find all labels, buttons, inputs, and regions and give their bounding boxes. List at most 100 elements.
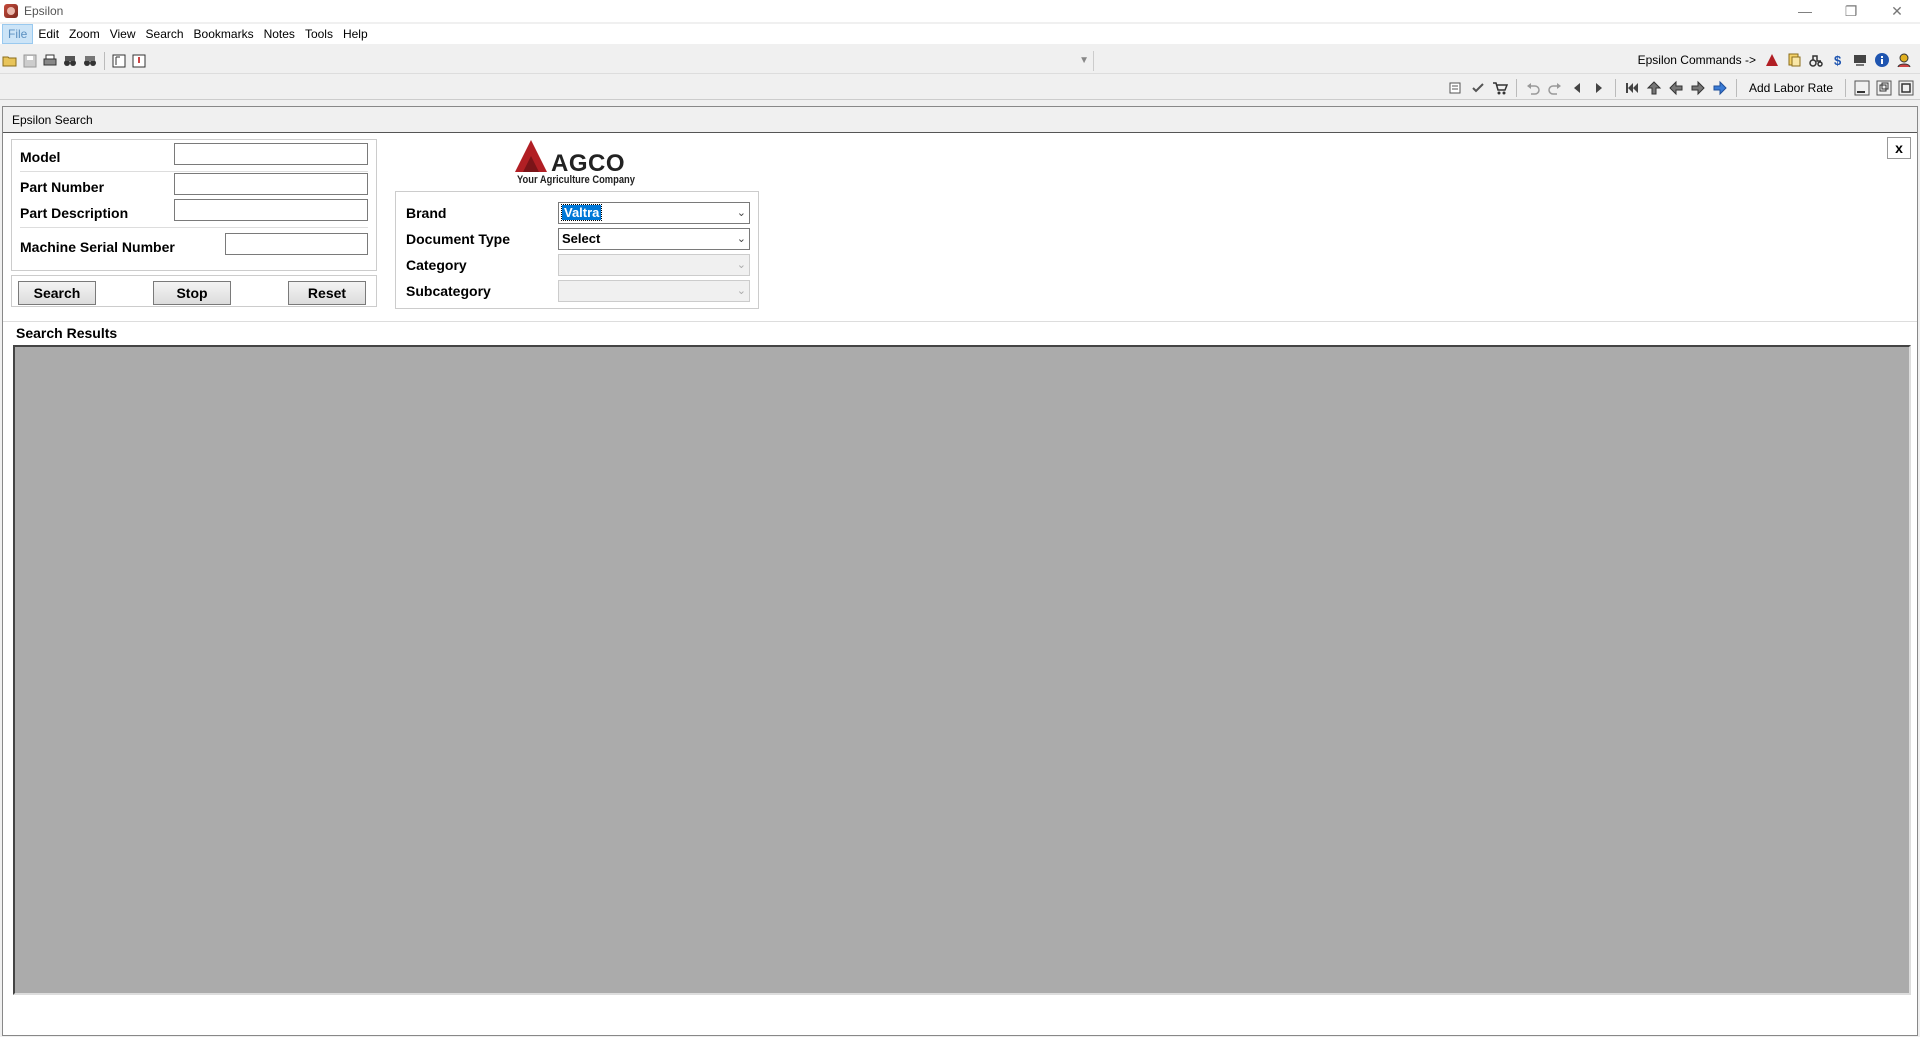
chevron-down-icon: ⌄	[736, 259, 746, 271]
document-type-select[interactable]: Select ⌄	[558, 228, 750, 250]
subcategory-select[interactable]: ⌄	[558, 280, 750, 302]
add-labor-rate-button[interactable]: Add Labor Rate	[1743, 81, 1839, 95]
model-row: Model	[12, 143, 376, 169]
binoculars-icon[interactable]	[60, 51, 80, 71]
part-number-input[interactable]	[174, 173, 368, 195]
redo-icon[interactable]	[1545, 78, 1565, 98]
category-label: Category	[406, 257, 467, 273]
subcategory-label: Subcategory	[406, 283, 491, 299]
menu-file[interactable]: File	[2, 24, 34, 44]
tractor-icon[interactable]	[1806, 50, 1826, 70]
model-input[interactable]	[174, 143, 368, 165]
toolbar-combo[interactable]: ▼	[172, 51, 1094, 71]
back-arrow-icon[interactable]	[1666, 78, 1686, 98]
main-toolbar: ▼ Epsilon Commands -> $	[0, 48, 1920, 74]
toolbar-separator	[1735, 79, 1737, 97]
close-icon[interactable]: ✕	[1874, 0, 1920, 22]
menu-zoom[interactable]: Zoom	[64, 24, 105, 44]
navigation-toolbar: Add Labor Rate	[0, 76, 1920, 100]
brand-row: Brand Valtra ⌄	[396, 200, 758, 224]
open-folder-icon[interactable]	[0, 51, 20, 71]
minimize-child-icon[interactable]	[1852, 78, 1872, 98]
part-number-label: Part Number	[20, 179, 105, 195]
forward-arrow-icon[interactable]	[1688, 78, 1708, 98]
computer-icon[interactable]	[1850, 50, 1870, 70]
next-icon[interactable]	[1589, 78, 1609, 98]
toolbar-separator	[1614, 79, 1616, 97]
part-description-input[interactable]	[174, 199, 368, 221]
menu-tools[interactable]: Tools	[300, 24, 338, 44]
subcategory-row: Subcategory ⌄	[396, 278, 758, 302]
notes-icon[interactable]	[129, 51, 149, 71]
agco-logo: AGCO Your Agriculture Company	[513, 138, 643, 188]
chevron-down-icon: ▼	[1079, 55, 1089, 66]
window-title: Epsilon	[24, 4, 64, 18]
search-results-label: Search Results	[16, 325, 118, 341]
logo-tagline: Your Agriculture Company	[517, 174, 635, 186]
serial-row: Machine Serial Number	[12, 233, 376, 259]
stop-button[interactable]: Stop	[153, 281, 231, 305]
part-number-row: Part Number	[12, 173, 376, 199]
checkmark-icon[interactable]	[1468, 78, 1488, 98]
app-icon	[4, 4, 18, 18]
minimize-icon[interactable]: —	[1782, 0, 1828, 22]
restore-child-icon[interactable]	[1874, 78, 1894, 98]
search-button[interactable]: Search	[18, 281, 96, 305]
menu-notes[interactable]: Notes	[259, 24, 300, 44]
find-next-icon[interactable]	[80, 51, 100, 71]
serial-label: Machine Serial Number	[20, 239, 175, 255]
nav-toolbar-group: Add Labor Rate	[1446, 78, 1916, 98]
page-info-icon[interactable]	[109, 51, 129, 71]
menu-search[interactable]: Search	[141, 24, 189, 44]
menu-view[interactable]: View	[105, 24, 141, 44]
menu-bookmarks[interactable]: Bookmarks	[189, 24, 259, 44]
category-select[interactable]: ⌄	[558, 254, 750, 276]
category-row: Category ⌄	[396, 252, 758, 276]
window-controls: — ❐ ✕	[1782, 0, 1920, 22]
document-type-value: Select	[562, 231, 601, 246]
chevron-down-icon: ⌄	[736, 285, 746, 297]
part-description-row: Part Description	[12, 199, 376, 225]
chevron-down-icon: ⌄	[736, 207, 746, 219]
search-buttons: Search Stop Reset	[11, 275, 377, 307]
form-divider	[20, 171, 368, 172]
part-description-label: Part Description	[20, 205, 129, 221]
reset-button[interactable]: Reset	[288, 281, 366, 305]
cart-icon[interactable]	[1490, 78, 1510, 98]
close-search-button[interactable]: x	[1887, 137, 1911, 159]
serial-input[interactable]	[225, 233, 368, 255]
edit-list-icon[interactable]	[1446, 78, 1466, 98]
filter-form: Brand Valtra ⌄ Document Type Select ⌄ Ca…	[395, 191, 759, 309]
menu-edit[interactable]: Edit	[33, 24, 64, 44]
brand-select[interactable]: Valtra ⌄	[558, 202, 750, 224]
agco-logo-mark	[515, 140, 547, 172]
epsilon-search-window: Epsilon Search x Model Part Number Part …	[2, 106, 1918, 1036]
brand-label: Brand	[406, 205, 447, 221]
search-results-panel[interactable]	[13, 345, 1911, 995]
child-window-title: Epsilon Search	[3, 107, 1917, 133]
agco-brand-icon[interactable]	[1762, 50, 1782, 70]
jump-forward-icon[interactable]	[1710, 78, 1730, 98]
form-divider	[20, 227, 368, 228]
previous-icon[interactable]	[1567, 78, 1587, 98]
user-icon[interactable]	[1894, 50, 1914, 70]
section-divider	[3, 321, 1917, 322]
chevron-down-icon: ⌄	[736, 233, 746, 245]
print-icon[interactable]	[40, 51, 60, 71]
first-page-icon[interactable]	[1622, 78, 1642, 98]
info-icon[interactable]	[1872, 50, 1892, 70]
svg-text:$: $	[1834, 53, 1842, 68]
title-bar: Epsilon — ❐ ✕	[0, 0, 1920, 22]
maximize-child-icon[interactable]	[1896, 78, 1916, 98]
up-arrow-icon[interactable]	[1644, 78, 1664, 98]
epsilon-commands-label: Epsilon Commands ->	[1637, 53, 1756, 67]
toolbar-separator	[1845, 79, 1846, 97]
menu-help[interactable]: Help	[338, 24, 373, 44]
save-icon[interactable]	[20, 51, 40, 71]
undo-icon[interactable]	[1523, 78, 1543, 98]
toolbar-separator	[104, 51, 105, 70]
dollar-icon[interactable]: $	[1828, 50, 1848, 70]
documents-icon[interactable]	[1784, 50, 1804, 70]
restore-icon[interactable]: ❐	[1828, 0, 1874, 22]
epsilon-commands: Epsilon Commands -> $	[1638, 50, 1914, 70]
